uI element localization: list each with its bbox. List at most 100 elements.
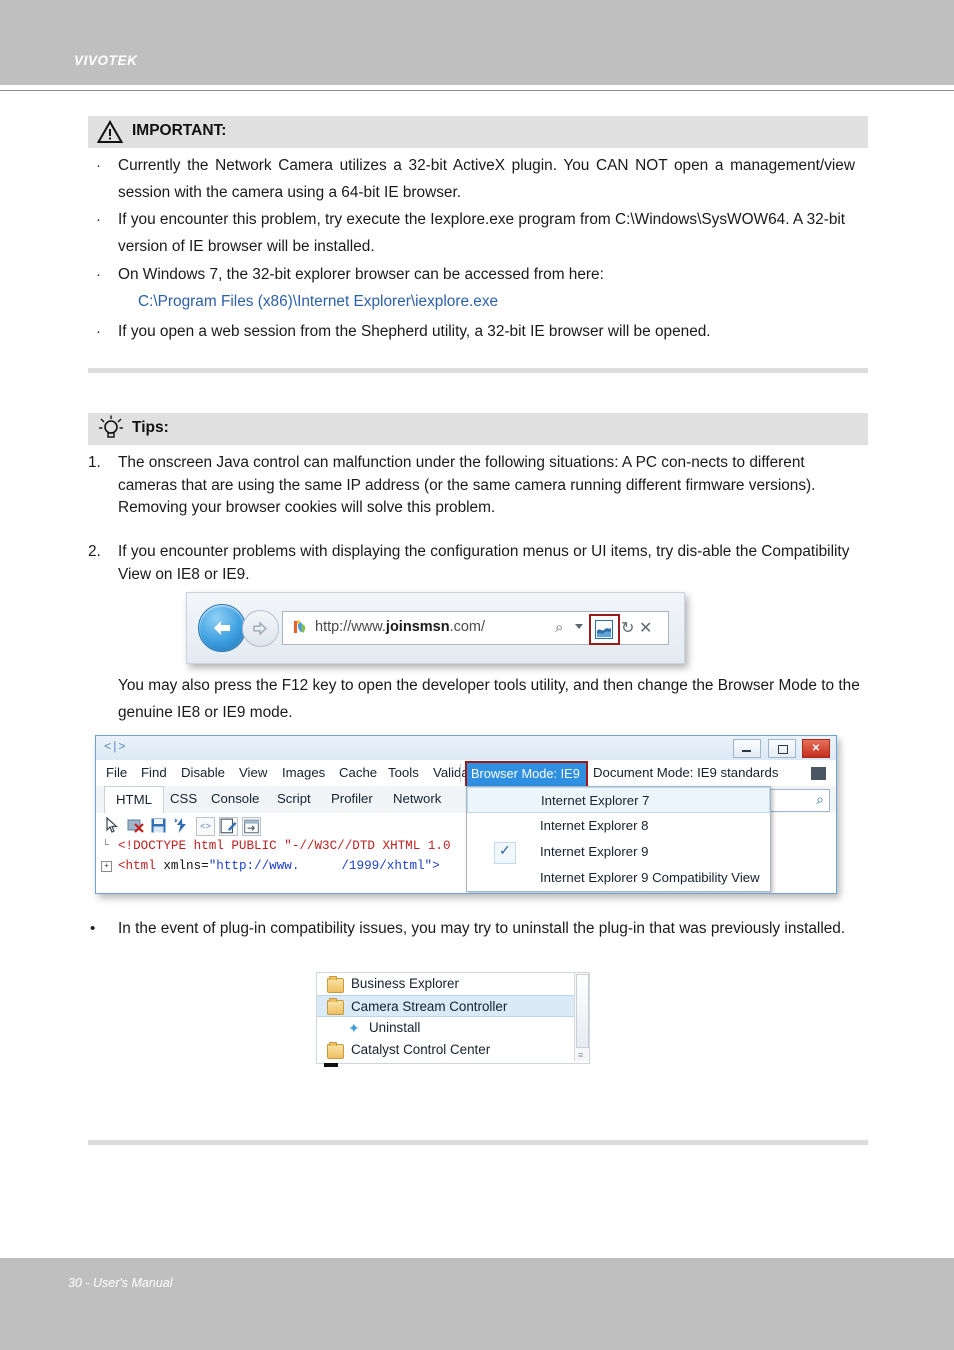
list-item[interactable]: Business Explorer: [317, 973, 589, 995]
checkmark-icon: ✓: [494, 842, 516, 864]
expand-node-icon[interactable]: +: [101, 861, 112, 872]
footer-page-label: 30 - User's Manual: [68, 1276, 173, 1290]
menu-find[interactable]: Find: [141, 765, 167, 780]
devtools-logo-icon: <|>: [104, 740, 126, 754]
refresh-styles-icon[interactable]: [173, 817, 190, 834]
code-line-1: <!DOCTYPE html PUBLIC "-//W3C//DTD XHTML…: [118, 839, 458, 853]
tips-item-1-text: The onscreen Java control can malfunctio…: [118, 454, 816, 516]
code-doctype: <!DOCTYPE html PUBLIC "-//W3C//DTD XHTML…: [118, 839, 459, 853]
browser-mode-selector[interactable]: Browser Mode: IE9: [465, 761, 588, 788]
url-prefix: http://www.: [315, 619, 386, 635]
menu-cache[interactable]: Cache: [339, 765, 377, 780]
folder-icon: [327, 998, 344, 1015]
lightbulb-icon: [99, 415, 123, 438]
search-icon: ⌕: [816, 791, 824, 807]
url-domain: joinsmsn: [385, 619, 450, 635]
warning-icon: [97, 120, 123, 143]
tips-item-2-text: If you encounter problems with displayin…: [118, 543, 850, 583]
dropdown-item-ie9[interactable]: ✓ Internet Explorer 9: [467, 839, 770, 865]
menu-disable[interactable]: Disable: [181, 765, 225, 780]
browser-forward-button[interactable]: [242, 610, 279, 647]
code-attr-value-a: "http://www.: [208, 859, 300, 873]
refresh-icon[interactable]: ↻: [621, 618, 634, 638]
tab-script[interactable]: Script: [277, 791, 311, 806]
browser-back-button[interactable]: [198, 604, 246, 652]
chevron-down-icon[interactable]: [575, 624, 583, 629]
msn-butterfly-favicon: [294, 620, 306, 633]
important-bullet-3: On Windows 7, the 32-bit explorer browse…: [118, 266, 604, 283]
tab-profiler[interactable]: Profiler: [331, 791, 373, 806]
maximize-button[interactable]: [767, 739, 796, 758]
arrow-right-icon: [253, 621, 268, 636]
code-html-tag: <html: [118, 859, 164, 873]
folder-icon: [327, 976, 344, 993]
dropdown-item-label: Internet Explorer 7: [541, 793, 650, 808]
menu-tools[interactable]: Tools: [388, 765, 419, 780]
dropdown-item-label: Internet Explorer 8: [540, 818, 649, 833]
search-icon[interactable]: ⌕: [555, 619, 563, 636]
clear-browser-cache-icon[interactable]: [127, 817, 144, 834]
bullet-marker: ·: [96, 266, 101, 283]
list-item[interactable]: Catalyst Control Center: [317, 1039, 589, 1061]
menu-divider: [460, 764, 461, 782]
page-header-bar: [0, 0, 954, 85]
browser-mode-label: Browser Mode: IE9: [471, 766, 580, 781]
stop-icon[interactable]: ✕: [639, 618, 652, 638]
bullet-marker: ·: [96, 323, 101, 340]
folder-icon: [327, 1042, 344, 1059]
menu-view[interactable]: View: [239, 765, 267, 780]
bullet-marker: ·: [96, 211, 101, 228]
window-controls: ✕: [731, 739, 830, 758]
browser-mode-dropdown: Internet Explorer 7 Internet Explorer 8 …: [466, 786, 771, 892]
code-attr-name: xmlns=: [163, 859, 209, 873]
close-button[interactable]: ✕: [802, 739, 830, 758]
list-item-label: Catalyst Control Center: [351, 1042, 491, 1057]
code-attr-value-b: /1999/xhtml">: [341, 859, 440, 873]
dock-minimize-icon[interactable]: [811, 767, 826, 780]
section-separator-1: [88, 368, 868, 373]
edit-icon[interactable]: [219, 817, 238, 836]
url-text: http://www.joinsmsn.com/: [315, 619, 485, 635]
tips-callout-header: Tips:: [88, 413, 868, 445]
f12-paragraph: You may also press the F12 key to open t…: [118, 677, 860, 721]
dropdown-item-label: Internet Explorer 9 Compatibility View: [540, 870, 760, 885]
tab-html[interactable]: HTML: [104, 786, 164, 813]
bullet-marker: ·: [96, 157, 101, 174]
save-icon[interactable]: [150, 817, 167, 834]
tips-item-2-number: 2.: [88, 543, 101, 560]
programs-list-screenshot: Business Explorer Camera Stream Controll…: [316, 972, 590, 1067]
pointer-icon[interactable]: [104, 816, 121, 834]
tab-css[interactable]: CSS: [170, 791, 197, 806]
list-item-label: Uninstall: [369, 1020, 421, 1035]
scrollbar-grip-icon: ≡: [578, 1050, 584, 1060]
devtools-title-bar: <|> ✕: [96, 736, 836, 760]
plugin-compatibility-bullet: In the event of plug-in compatibility is…: [118, 920, 846, 937]
section-separator-2: [88, 1140, 868, 1145]
dropdown-item-ie8[interactable]: Internet Explorer 8: [467, 813, 770, 839]
iexplore-path-link[interactable]: C:\Program Files (x86)\Internet Explorer…: [138, 288, 498, 315]
important-bullet-2: If you encounter this problem, try execu…: [118, 211, 846, 255]
minimize-button[interactable]: [733, 739, 762, 758]
scrollbar-thumb[interactable]: [576, 974, 589, 1048]
devtools-menu-bar: File Find Disable View Images Cache Tool…: [96, 760, 836, 788]
menu-images[interactable]: Images: [282, 765, 325, 780]
outline-icon[interactable]: [242, 817, 261, 836]
view-source-icon[interactable]: <>: [196, 817, 215, 836]
important-bullet-1: Currently the Network Camera utilizes a …: [118, 157, 855, 201]
important-title: IMPORTANT:: [132, 122, 227, 139]
tab-console[interactable]: Console: [211, 791, 259, 806]
dropdown-item-ie9-compat[interactable]: Internet Explorer 9 Compatibility View: [467, 865, 770, 891]
url-input[interactable]: http://www.joinsmsn.com/ ⌕ ↻ ✕: [282, 611, 669, 645]
page-footer-bar: [0, 1258, 954, 1350]
document-mode-label[interactable]: Document Mode: IE9 standards: [593, 765, 778, 780]
dropdown-item-ie7[interactable]: Internet Explorer 7: [467, 787, 770, 813]
tips-item-1-number: 1.: [88, 454, 101, 471]
tab-network[interactable]: Network: [393, 791, 441, 806]
programs-list-scrollbar[interactable]: ≡: [574, 973, 589, 1061]
menu-file[interactable]: File: [106, 765, 127, 780]
list-bottom-marker: [324, 1063, 338, 1067]
list-item[interactable]: Camera Stream Controller: [317, 995, 589, 1017]
compatibility-view-icon[interactable]: [595, 620, 613, 639]
ie-address-bar-screenshot: http://www.joinsmsn.com/ ⌕ ↻ ✕: [186, 592, 685, 664]
list-item[interactable]: ✦ Uninstall: [317, 1017, 589, 1039]
